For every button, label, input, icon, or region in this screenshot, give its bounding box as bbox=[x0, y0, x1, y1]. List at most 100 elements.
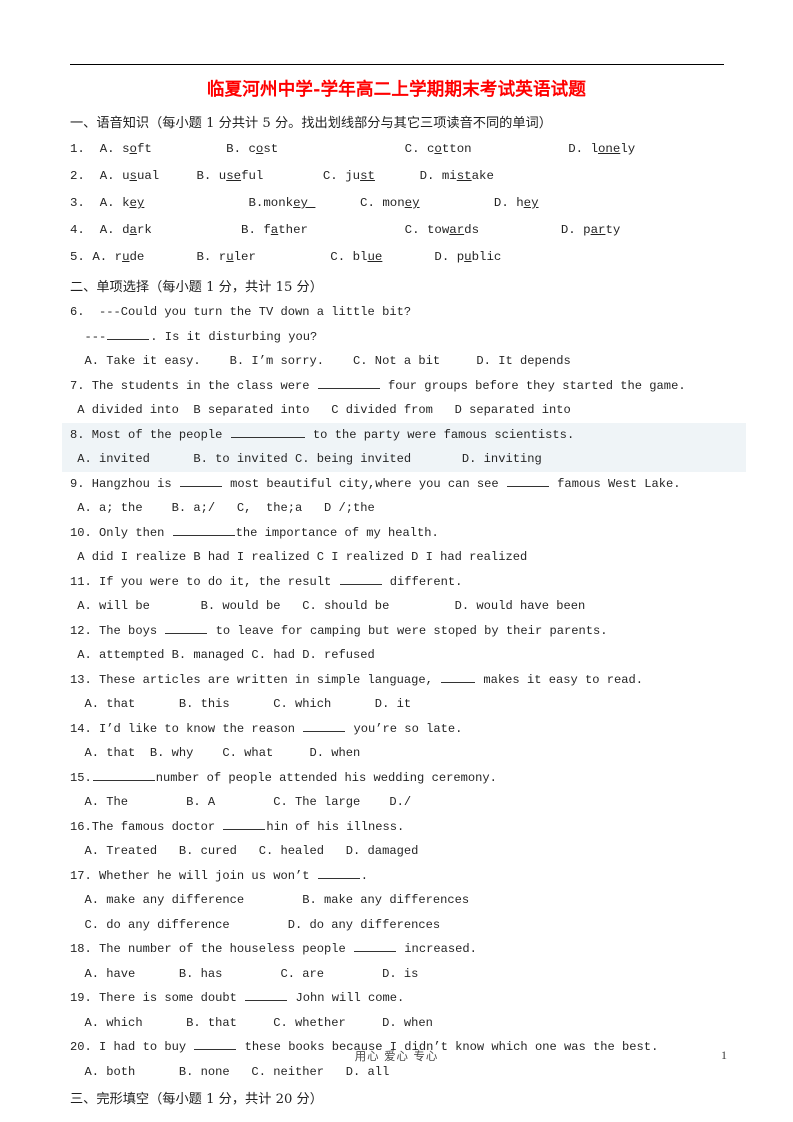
option-letter[interactable]: A. bbox=[100, 169, 115, 183]
option-letter[interactable]: A. bbox=[100, 142, 115, 156]
answer-blank[interactable] bbox=[223, 818, 266, 830]
answer-blank[interactable] bbox=[172, 524, 235, 536]
question-15-stem: 15. number of people attended his wedding… bbox=[70, 766, 728, 791]
question-8-stem: 8. Most of the people to the party were … bbox=[70, 423, 728, 448]
question-16-options[interactable]: A. Treated B. cured C. healed D. damaged bbox=[70, 839, 728, 864]
answer-blank[interactable] bbox=[441, 671, 476, 683]
question-8-options[interactable]: A. invited B. to invited C. being invite… bbox=[70, 447, 728, 472]
question-7-options[interactable]: A divided into B separated into C divide… bbox=[70, 398, 728, 423]
word-underlined: ey bbox=[404, 196, 420, 210]
answer-blank[interactable] bbox=[107, 328, 150, 340]
question-12-options[interactable]: A. attempted B. managed C. had D. refuse… bbox=[70, 643, 728, 668]
word-underlined: a bbox=[129, 223, 137, 237]
question-19-options[interactable]: A. which B. that C. whether D. when bbox=[70, 1011, 728, 1036]
section-2-heading: 二、单项选择（每小题 1 分，共计 15 分） bbox=[70, 280, 323, 295]
phonetics-row: 4. A. dark B. father C. towards D. party bbox=[70, 217, 728, 244]
answer-blank[interactable] bbox=[92, 769, 155, 781]
answer-blank[interactable] bbox=[165, 622, 208, 634]
question-6-stem-line-2: --- . Is it disturbing you? bbox=[70, 325, 728, 350]
stem-pre: 13. These articles are written in simple… bbox=[70, 672, 441, 687]
word-pre: f bbox=[263, 223, 271, 237]
word-post: de bbox=[129, 250, 145, 264]
answer-blank[interactable] bbox=[506, 475, 549, 487]
question-15-options[interactable]: A. The B. A C. The large D./ bbox=[70, 790, 728, 815]
question-16-stem: 16.The famous doctor hin of his illness. bbox=[70, 815, 728, 840]
stem-post: number of people attended his wedding ce… bbox=[155, 770, 497, 785]
footer-page-number: 1 bbox=[721, 1048, 727, 1062]
stem-post: . bbox=[360, 868, 369, 883]
word-pre: p bbox=[583, 223, 591, 237]
question-17-options-row-2[interactable]: C. do any difference D. do any differenc… bbox=[70, 913, 728, 938]
word-underlined: ar bbox=[590, 223, 606, 237]
stem-post: to the party were famous scientists. bbox=[305, 427, 575, 442]
option-letter[interactable]: C. bbox=[360, 196, 375, 210]
stem-pre: 11. If you were to do it, the result bbox=[70, 574, 339, 589]
stem-pre: 9. Hangzhou is bbox=[70, 476, 179, 491]
answer-blank[interactable] bbox=[245, 989, 288, 1001]
option-letter[interactable]: B. bbox=[248, 196, 263, 210]
word-post: rk bbox=[136, 223, 152, 237]
stem-post: to leave for camping but were stoped by … bbox=[208, 623, 608, 638]
option-letter[interactable]: B. bbox=[196, 250, 211, 264]
word-underlined: one bbox=[598, 142, 621, 156]
stem-pre: 14. I’d like to know the reason bbox=[70, 721, 303, 736]
answer-blank[interactable] bbox=[230, 426, 305, 438]
question-6-stem-line-1: 6. ---Could you turn the TV down a littl… bbox=[70, 305, 412, 319]
stem-pre: 10. Only then bbox=[70, 525, 172, 540]
word-underlined: st bbox=[360, 169, 375, 183]
question-18-stem: 18. The number of the houseless people i… bbox=[70, 937, 728, 962]
question-13-options[interactable]: A. that B. this C. which D. it bbox=[70, 692, 728, 717]
question-10-options[interactable]: A did I realize B had I realized C I rea… bbox=[70, 545, 728, 570]
stem-post: the importance of my health. bbox=[235, 525, 439, 540]
option-letter[interactable]: A. bbox=[100, 223, 115, 237]
word-post: blic bbox=[471, 250, 502, 264]
word-underlined: ey bbox=[523, 196, 539, 210]
option-letter[interactable]: D. bbox=[494, 196, 509, 210]
word-post: ly bbox=[620, 142, 636, 156]
option-letter[interactable]: A. bbox=[92, 250, 107, 264]
option-letter[interactable]: D. bbox=[434, 250, 449, 264]
option-letter[interactable]: C. bbox=[405, 223, 420, 237]
stem-post: hin of his illness. bbox=[266, 819, 405, 834]
word-underlined: s bbox=[129, 169, 137, 183]
word-underlined: u bbox=[226, 250, 234, 264]
question-9-stem: 9. Hangzhou is most beautiful city,where… bbox=[70, 472, 728, 497]
question-9-options[interactable]: A. a; the B. a;/ C, the;a D /;the bbox=[70, 496, 728, 521]
option-letter[interactable]: D. bbox=[568, 142, 583, 156]
question-17-options-row-1[interactable]: A. make any difference B. make any diffe… bbox=[70, 888, 728, 913]
option-letter[interactable]: D. bbox=[420, 169, 435, 183]
option-letter[interactable]: C. bbox=[405, 142, 420, 156]
stem-post: makes it easy to read. bbox=[476, 672, 644, 687]
question-6-options[interactable]: A. Take it easy. B. I’m sorry. C. Not a … bbox=[70, 349, 728, 374]
option-letter[interactable]: B. bbox=[241, 223, 256, 237]
word-post: ds bbox=[464, 223, 480, 237]
item-number: 4. bbox=[70, 223, 85, 237]
option-letter[interactable]: A. bbox=[100, 196, 115, 210]
answer-blank[interactable] bbox=[354, 940, 397, 952]
answer-blank[interactable] bbox=[317, 867, 360, 879]
word-pre: mon bbox=[382, 196, 405, 210]
word-underlined: ar bbox=[449, 223, 465, 237]
word-underlined: u bbox=[122, 250, 130, 264]
word-pre: r bbox=[114, 250, 123, 264]
word-post: ty bbox=[605, 223, 621, 237]
question-14-options[interactable]: A. that B. why C. what D. when bbox=[70, 741, 728, 766]
option-letter[interactable]: C. bbox=[323, 169, 338, 183]
answer-blank[interactable] bbox=[179, 475, 222, 487]
option-letter[interactable]: B. bbox=[226, 142, 241, 156]
option-letter[interactable]: B. bbox=[196, 169, 211, 183]
question-17-stem: 17. Whether he will join us won’t . bbox=[70, 864, 728, 889]
answer-blank[interactable] bbox=[339, 573, 382, 585]
answer-blank[interactable] bbox=[317, 377, 380, 389]
option-letter[interactable]: C. bbox=[330, 250, 345, 264]
stem-pre: 18. The number of the houseless people bbox=[70, 942, 354, 956]
option-letter[interactable]: D. bbox=[561, 223, 576, 237]
word-post: ther bbox=[278, 223, 308, 237]
word-pre: ju bbox=[345, 169, 361, 183]
question-18-options[interactable]: A. have B. has C. are D. is bbox=[70, 962, 728, 987]
question-14-stem: 14. I’d like to know the reason you’re s… bbox=[70, 717, 728, 742]
question-11-options[interactable]: A. will be B. would be C. should be D. w… bbox=[70, 594, 728, 619]
answer-blank[interactable] bbox=[303, 720, 346, 732]
stem-post: famous West Lake. bbox=[549, 476, 681, 491]
stem-pre: 17. Whether he will join us won’t bbox=[70, 868, 317, 883]
